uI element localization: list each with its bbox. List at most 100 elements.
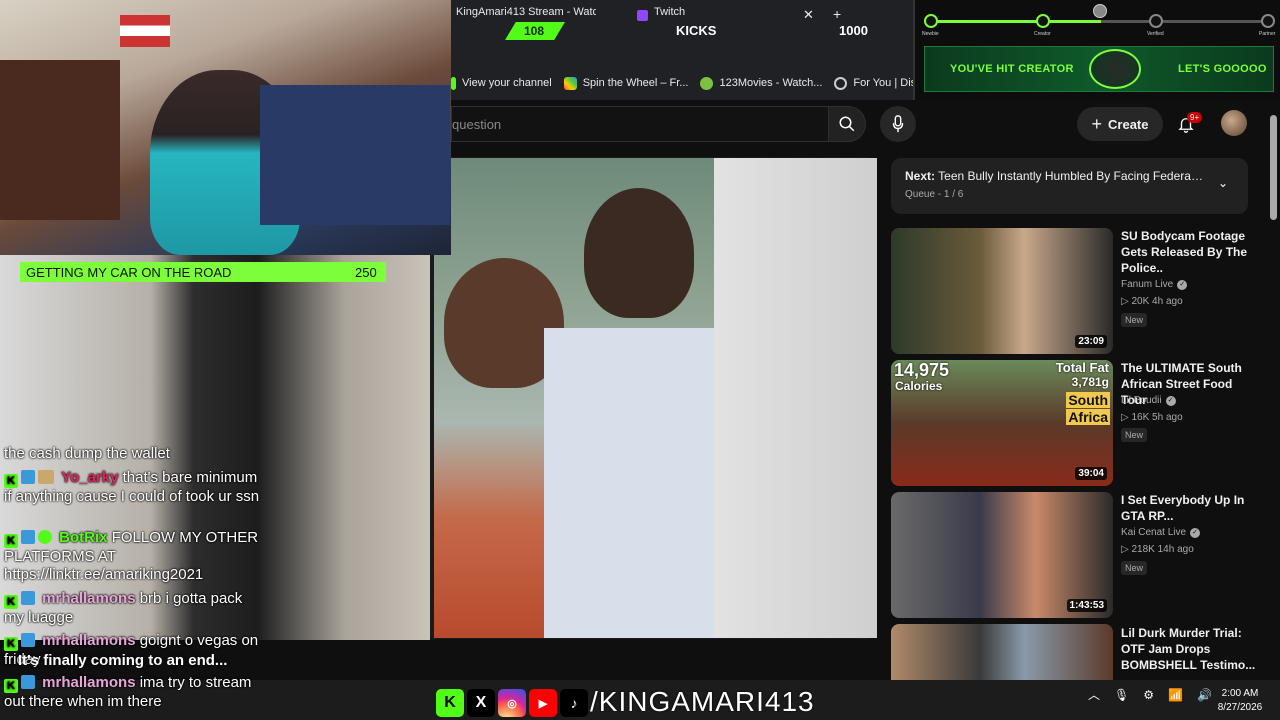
rec-thumbnail[interactable]: 1:43:53 bbox=[891, 492, 1113, 618]
rec-thumbnail[interactable]: 14,975 Calories Total Fat 3,781g South A… bbox=[891, 360, 1113, 486]
bookmark-item[interactable]: 123Movies - Watch... bbox=[700, 76, 822, 90]
search-icon bbox=[839, 116, 855, 132]
rec-thumbnail[interactable]: 23:09 bbox=[891, 228, 1113, 354]
bot-icon bbox=[38, 530, 52, 544]
badge-icon bbox=[21, 675, 35, 689]
bookmark-label: View your channel bbox=[462, 77, 552, 89]
account-avatar[interactable] bbox=[1221, 110, 1247, 136]
channel-handle: /KINGAMARI413 bbox=[590, 686, 815, 717]
verified-icon: ✓ bbox=[1165, 395, 1176, 406]
banner-left-text: YOU'VE HIT CREATOR bbox=[950, 63, 1074, 75]
kick-icon: K bbox=[4, 637, 18, 651]
kick-icon: K bbox=[4, 595, 18, 609]
kicks-count: 108 bbox=[524, 24, 545, 38]
badge-icon bbox=[21, 470, 35, 484]
thumb-calories: 14,975 bbox=[894, 360, 950, 380]
new-badge: New bbox=[1121, 428, 1148, 442]
wheel-icon bbox=[563, 76, 577, 90]
rec-duration: 1:43:53 bbox=[1066, 599, 1107, 612]
progress-node-verified bbox=[1149, 14, 1163, 28]
rec-channel[interactable]: Lil Poudii ✓ bbox=[1121, 395, 1176, 406]
goal-label: GETTING MY CAR ON THE ROAD bbox=[26, 265, 232, 280]
verified-icon: ✓ bbox=[1177, 279, 1188, 290]
bed bbox=[260, 85, 450, 225]
bookmark-icon bbox=[451, 76, 456, 90]
rec-title[interactable]: I Set Everybody Up In GTA RP... bbox=[1121, 492, 1261, 524]
clock-date: 8/27/2026 bbox=[1217, 702, 1263, 713]
rec-channel-name: Fanum Live bbox=[1121, 279, 1174, 290]
rec-title[interactable]: Lil Durk Murder Trial: OTF Jam Drops BOM… bbox=[1121, 625, 1261, 673]
youtube-icon: ▶ bbox=[529, 689, 557, 717]
social-icons: K X ◎ ▶ ♪ bbox=[436, 688, 588, 718]
chevron-up-icon[interactable]: ︿ bbox=[1088, 686, 1100, 703]
chat-message: K mrhallamons brb i gotta pack my luagge bbox=[4, 590, 266, 627]
badge-icon bbox=[21, 591, 35, 605]
create-button[interactable]: + Create bbox=[1077, 107, 1163, 141]
person-right bbox=[584, 188, 694, 318]
rec-meta: ▷ 20K 4h ago bbox=[1121, 296, 1183, 307]
chevron-down-icon[interactable]: ⌄ bbox=[1218, 176, 1228, 190]
settings-tray-icon[interactable]: ⚙ bbox=[1143, 688, 1154, 702]
rec-title[interactable]: SU Bodycam Footage Gets Released By The … bbox=[1121, 228, 1261, 276]
new-badge: New bbox=[1121, 561, 1148, 575]
x-logo-icon: X bbox=[467, 689, 495, 717]
queue-next-title: Teen Bully Instantly Humbled By Facing F… bbox=[938, 169, 1205, 183]
rec-meta: ▷ 218K 14h ago bbox=[1121, 544, 1194, 555]
chat-username[interactable]: BotRix bbox=[59, 529, 107, 546]
chat-username[interactable]: mrhallamons bbox=[42, 674, 135, 691]
system-tray: ︿ 🎙 ⚙ 📶 🔊 bbox=[1088, 686, 1212, 703]
rec-channel[interactable]: Fanum Live ✓ bbox=[1121, 279, 1188, 290]
search-input[interactable]: question bbox=[451, 106, 828, 142]
tab-label: KingAmari413 Stream - Watch L bbox=[456, 6, 596, 18]
thumb-fat-label: Total Fat bbox=[1055, 360, 1109, 375]
creator-avatar bbox=[1089, 49, 1141, 89]
tiktok-icon: ♪ bbox=[560, 689, 588, 717]
wifi-icon[interactable]: 📶 bbox=[1168, 688, 1183, 702]
clock[interactable]: 2:00 AM 8/27/2026 bbox=[1210, 687, 1270, 715]
thumb-calories-label: Calories bbox=[895, 379, 943, 393]
kick-icon: K bbox=[4, 474, 18, 488]
bookmark-item[interactable]: Spin the Wheel – Fr... bbox=[563, 76, 689, 90]
bookmark-item[interactable]: View your channel bbox=[451, 76, 552, 90]
chat-username[interactable]: Yo_arky bbox=[61, 469, 118, 486]
creator-banner: YOU'VE HIT CREATOR LET'S GOOOOO bbox=[924, 46, 1274, 92]
kicks-label: KICKS bbox=[676, 23, 717, 38]
clock-time: 2:00 AM bbox=[1221, 688, 1259, 699]
progress-node-creator bbox=[1036, 14, 1050, 28]
mic-icon bbox=[892, 115, 904, 133]
queue-next-prefix: Next: bbox=[905, 169, 936, 183]
chat-username[interactable]: mrhallamons bbox=[42, 632, 135, 649]
queue-count: Queue - 1 / 6 bbox=[905, 189, 964, 200]
new-tab-icon[interactable]: + bbox=[833, 6, 841, 22]
bookmarks-bar: View your channel Spin the Wheel – Fr...… bbox=[451, 70, 938, 96]
close-tab-icon[interactable]: ✕ bbox=[803, 7, 814, 23]
rec-channel[interactable]: Kai Cenat Live ✓ bbox=[1121, 527, 1201, 538]
video-frame[interactable] bbox=[434, 158, 714, 638]
dresser bbox=[0, 60, 120, 220]
webcam-overlay bbox=[0, 0, 451, 255]
flag bbox=[120, 15, 170, 47]
progress-label: Creator bbox=[1034, 31, 1051, 37]
chat-message: K Yo_arky that's bare minimum if anythin… bbox=[4, 469, 266, 506]
tab-label: Twitch bbox=[654, 6, 686, 18]
chat-username[interactable]: mrhallamons bbox=[42, 590, 135, 607]
scrollbar-thumb[interactable] bbox=[1270, 115, 1277, 220]
rec-channel-name: Lil Poudii bbox=[1121, 395, 1162, 406]
mic-tray-icon[interactable]: 🎙 bbox=[1114, 688, 1129, 702]
queue-panel[interactable] bbox=[891, 158, 1248, 214]
bookmark-label: Spin the Wheel – Fr... bbox=[582, 77, 689, 89]
chat-message: the cash dump the wallet bbox=[4, 445, 266, 463]
voice-search-button[interactable] bbox=[880, 106, 916, 142]
chat-message: K mrhallamons ima try to stream out ther… bbox=[4, 674, 266, 711]
search-button[interactable] bbox=[828, 106, 866, 142]
kicks-goal: 1000 bbox=[839, 23, 868, 38]
queue-next[interactable]: Next: Teen Bully Instantly Humbled By Fa… bbox=[905, 169, 1205, 183]
kick-icon: K bbox=[4, 534, 18, 548]
creator-progress-overlay: Newbie Creator Verified Partner YOU'VE H… bbox=[913, 0, 1280, 100]
kick-icon: K bbox=[4, 679, 18, 693]
goal-value: 250 bbox=[355, 265, 377, 280]
progress-avatar bbox=[1093, 4, 1107, 18]
thumb-africa: Africa bbox=[1066, 409, 1110, 425]
twitch-icon bbox=[637, 10, 648, 21]
rec-thumbnail[interactable] bbox=[891, 624, 1113, 680]
